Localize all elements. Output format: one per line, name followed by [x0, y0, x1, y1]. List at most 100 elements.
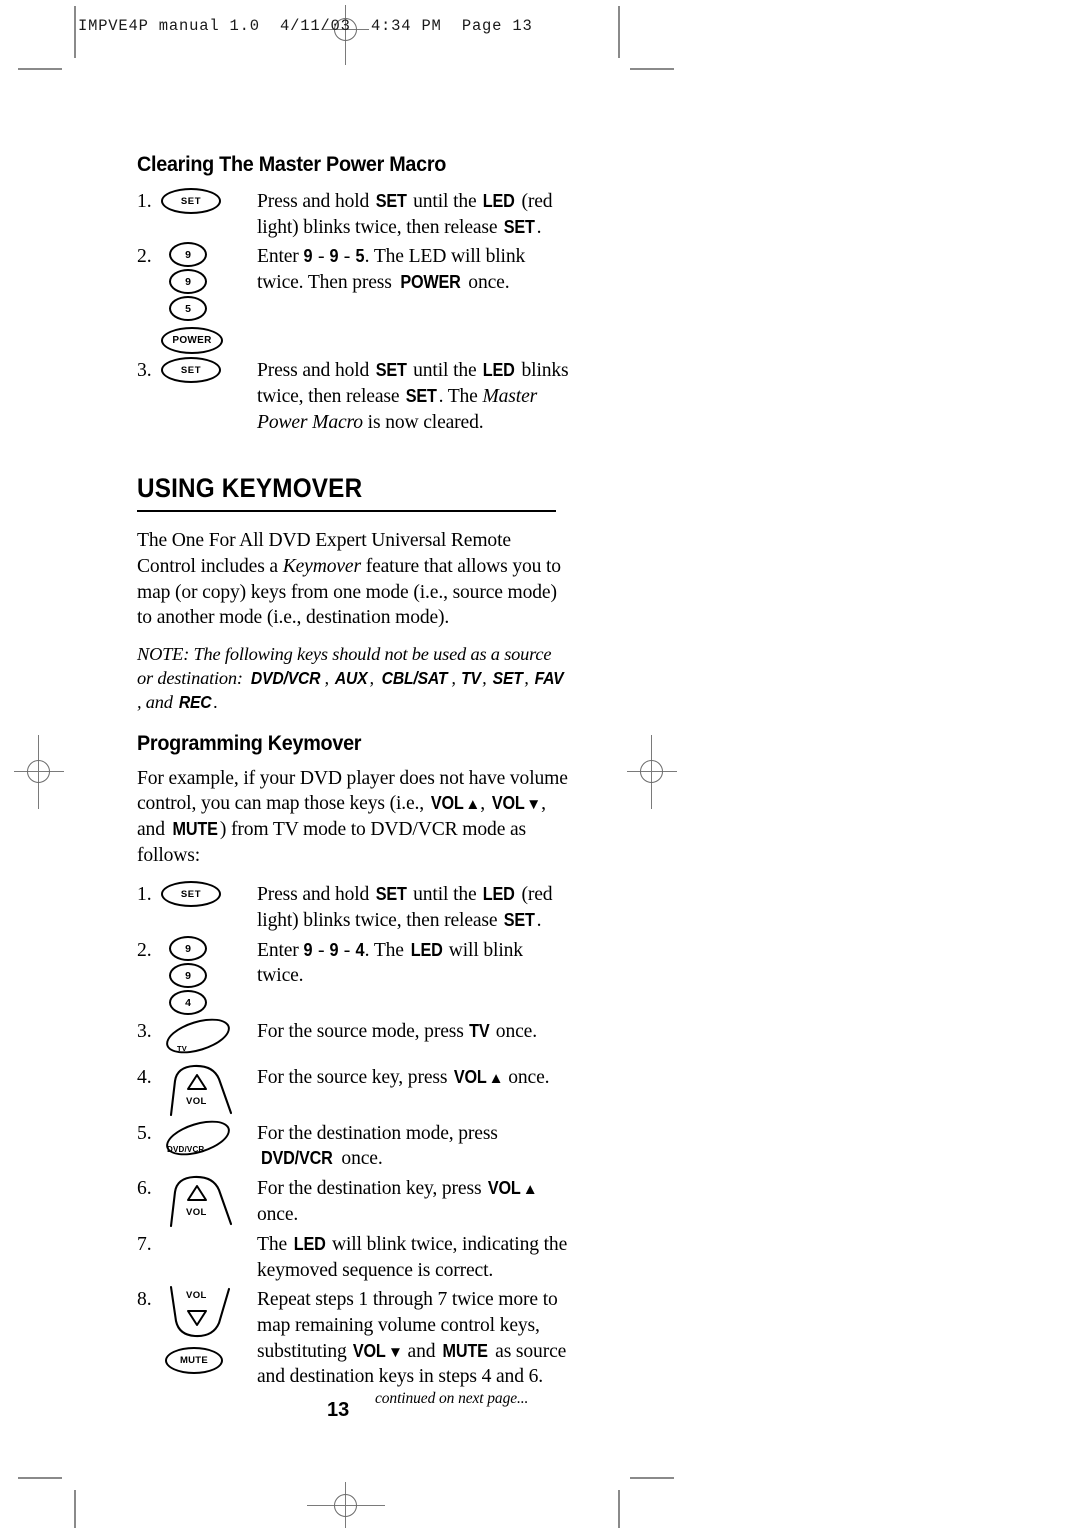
step-text: Press and hold SET until the LED (red li…: [257, 884, 553, 931]
step-key-illustration: 9 9 5 POWER: [161, 242, 257, 355]
instruction-step: 3. TV For the source mode, press TV once.: [137, 1011, 569, 1061]
key-name-inline-italic: REC: [179, 691, 212, 712]
remote-key-power[interactable]: POWER: [161, 327, 223, 355]
triangle-up-icon: [187, 1184, 207, 1201]
step-text: For the source key, press VOL once.: [257, 1063, 569, 1091]
key-label: VOL: [487, 1177, 521, 1198]
key-label: DVD/VCR: [167, 1144, 205, 1154]
printer-slug-text: IMPVE4P manual 1.0 4/11/03 4:34 PM Page …: [78, 17, 533, 35]
step-number: 5.: [137, 1122, 152, 1144]
key-rocker-outline: [169, 1286, 231, 1338]
key-name-inline-vol-up: VOL: [486, 1177, 538, 1199]
instruction-step: 5. DVD/VCR For the destination mode, press…: [137, 1113, 569, 1172]
key-name-inline-italic: TV: [461, 667, 481, 688]
remote-key-set[interactable]: SET: [161, 881, 221, 908]
instruction-step: 6. VOL For the destination key, press VOL …: [137, 1174, 569, 1228]
paragraph-keymover-note: NOTE: The following keys should not be u…: [137, 643, 564, 712]
registration-mark-bottom-center: [307, 1482, 385, 1528]
instruction-step: 7. The LED will blink twice, indicating t…: [137, 1230, 569, 1283]
remote-key-vol-up[interactable]: VOL: [161, 1174, 253, 1228]
key-name-inline: LED: [483, 360, 515, 381]
step-text: For the source mode, press TV once.: [257, 1020, 537, 1042]
triangle-up-icon: [489, 1067, 504, 1088]
key-name-inline: POWER: [399, 271, 461, 292]
remote-key-9[interactable]: 9: [169, 242, 207, 268]
page-content: Clearing The Master Power Macro 1. SET Pre…: [137, 152, 569, 1392]
remote-key-9[interactable]: 9: [169, 962, 207, 988]
step-number: 6.: [137, 1177, 152, 1199]
key-label: TV: [177, 1043, 187, 1053]
step-text: Enter 9 - 9 - 4. The LED will blink twic…: [257, 939, 523, 987]
registration-mark-right-middle: [627, 735, 677, 809]
key-ellipse-outline: [162, 1113, 234, 1162]
key-name-inline-vol-up: VOL: [429, 793, 481, 814]
instruction-step: 1. SET Press and hold SET until the LED (r…: [137, 187, 569, 240]
step-key-illustration: SET: [161, 356, 257, 384]
key-name-inline-italic: DVD/VCR: [251, 667, 321, 688]
remote-key-vol-up[interactable]: VOL: [161, 1063, 253, 1117]
step-key-illustration: TV: [161, 1011, 257, 1061]
key-name-inline: SET: [405, 385, 437, 406]
steps-programming-keymover: 1. SET Press and hold SET until the LED (r…: [137, 880, 569, 1390]
heading-clearing-master-power-macro: Clearing The Master Power Macro: [137, 152, 447, 176]
key-label: VOL: [353, 1340, 387, 1361]
key-name-inline: SET: [503, 216, 535, 237]
key-name-inline: 4: [355, 939, 365, 960]
key-label: VOL: [186, 1290, 207, 1302]
step-key-illustration: [161, 1230, 257, 1256]
remote-key-9[interactable]: 9: [169, 269, 207, 295]
remote-key-set[interactable]: SET: [161, 188, 221, 214]
step-number: 7.: [137, 1233, 152, 1255]
key-name-inline-italic: SET: [492, 667, 523, 688]
instruction-step: 2. 9 9 5 POWER Enter 9 - 9 - 5. The LED will …: [137, 242, 569, 355]
triangle-up-icon: [465, 793, 480, 814]
key-name-inline: SET: [375, 360, 407, 381]
crop-mark-top-left-vertical: [74, 6, 76, 58]
step-key-illustration: 994: [161, 935, 257, 1015]
key-label: VOL: [453, 1066, 487, 1087]
registration-mark-top-center: [323, 5, 369, 65]
key-name-inline-vol-down: VOL: [490, 793, 542, 814]
remote-key-set[interactable]: SET: [161, 357, 221, 384]
instruction-step: 3. SET Press and hold SET until the LED bl…: [137, 356, 569, 435]
crop-mark-bottom-left-vertical: [74, 1490, 76, 1528]
remote-key-tv[interactable]: TV: [161, 1011, 251, 1061]
instruction-step: 4.VOLFor the source key, press VOL once.: [137, 1063, 569, 1117]
step-key-illustration: VOL MUTE: [161, 1285, 257, 1375]
step-text: Press and hold SET until the LED blinks …: [257, 360, 569, 433]
registration-mark-left-middle: [14, 735, 64, 809]
remote-key-4[interactable]: 4: [169, 989, 207, 1015]
step-key-illustration: VOL: [161, 1174, 257, 1228]
continued-notice: continued on next page...: [375, 1390, 529, 1407]
triangle-up-icon: [187, 1073, 207, 1090]
remote-key-vol-down[interactable]: VOL: [161, 1285, 253, 1339]
crop-mark-bottom-right-vertical: [618, 1490, 620, 1528]
step-text: Press and hold SET until the LED (red li…: [257, 191, 553, 238]
remote-key-9[interactable]: 9: [169, 935, 207, 961]
key-name-inline: TV: [469, 1020, 491, 1041]
key-name-inline: LED: [293, 1233, 326, 1254]
key-name-inline: SET: [503, 909, 535, 930]
triangle-down-icon: [388, 1341, 403, 1362]
key-name-inline-vol-down: VOL: [351, 1340, 403, 1362]
key-name-inline: LED: [410, 939, 443, 960]
triangle-down-icon: [526, 793, 541, 814]
key-name-inline: 9: [329, 246, 339, 267]
step-text: Enter 9 - 9 - 5. The LED will blink twic…: [257, 246, 526, 293]
emphasis-text: Master Power Macro: [257, 385, 538, 433]
heading-programming-keymover: Programming Keymover: [137, 730, 362, 755]
key-ellipse-outline: [162, 1011, 234, 1060]
step-number: 1.: [137, 191, 152, 212]
key-rocker-outline: [169, 1064, 233, 1116]
remote-key-dvd-vcr[interactable]: DVD/VCR: [161, 1113, 251, 1163]
key-name-inline: SET: [375, 884, 407, 905]
steps-clearing-master-power-macro: 1. SET Press and hold SET until the LED (r…: [137, 187, 569, 435]
step-text: For the destination key, press VOL once.: [257, 1174, 569, 1227]
crop-mark-bottom-left-horizontal: [18, 1477, 62, 1479]
emphasis-text: Keymover: [282, 555, 361, 577]
remote-key-5[interactable]: 5: [169, 296, 207, 322]
triangle-up-icon: [523, 1178, 538, 1199]
step-key-illustration: VOL: [161, 1063, 257, 1117]
remote-key-mute[interactable]: MUTE: [165, 1347, 223, 1375]
key-name-inline: DVD/VCR: [260, 1148, 333, 1169]
